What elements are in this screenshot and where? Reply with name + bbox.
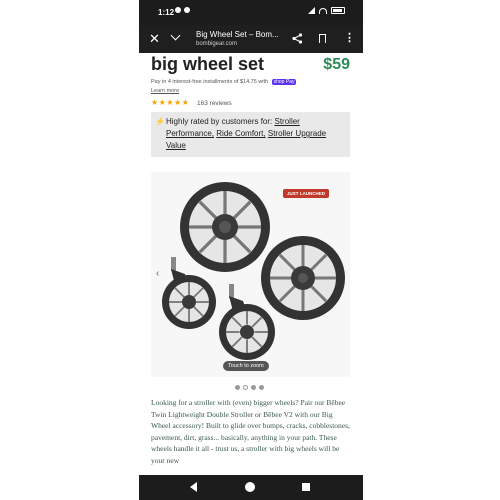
chevron-down-icon[interactable]	[170, 30, 181, 41]
system-icons	[308, 7, 345, 14]
carousel-dot[interactable]	[243, 385, 248, 390]
messenger-icon	[175, 7, 181, 13]
installment-text: Pay in 4 interest-free installments of $…	[151, 79, 297, 85]
share-icon[interactable]	[292, 33, 303, 44]
recent-apps-icon[interactable]	[302, 483, 310, 491]
notification-icon	[184, 7, 190, 13]
browser-toolbar: ✕ Big Wheel Set – Bom... bombigear.com ⋮	[139, 25, 363, 53]
highly-rated-text: Highly rated by customers for: Stroller …	[166, 116, 346, 152]
notification-icons	[175, 7, 190, 13]
touch-to-zoom-hint: Touch to zoom	[223, 361, 269, 371]
more-options-icon[interactable]: ⋮	[344, 31, 355, 44]
lightning-icon: ⚡	[155, 117, 165, 126]
home-icon[interactable]	[245, 482, 255, 492]
rated-prefix: Highly rated by customers for:	[166, 117, 273, 126]
product-description: Looking for a stroller with (even) bigge…	[151, 398, 350, 465]
highly-rated-box: ⚡ Highly rated by customers for: Strolle…	[151, 112, 350, 157]
product-image[interactable]	[151, 172, 350, 377]
wheels-illustration	[162, 182, 345, 360]
status-time: 1:12	[158, 8, 175, 17]
bookmark-icon[interactable]	[319, 34, 326, 43]
shop-pay-badge: shop Pay	[271, 79, 297, 85]
status-bar: 1:12	[139, 0, 363, 25]
product-price: $59	[323, 56, 350, 73]
installment-label: Pay in 4 interest-free installments of $…	[151, 79, 269, 85]
carousel-prev-icon[interactable]: ‹	[156, 268, 159, 279]
carousel-dot[interactable]	[251, 385, 256, 390]
close-icon[interactable]: ✕	[149, 31, 160, 47]
page-title[interactable]: Big Wheel Set – Bom...	[196, 30, 279, 39]
wifi-icon	[319, 7, 327, 14]
just-launched-badge: JUST LAUNCHED	[283, 189, 330, 198]
page-domain[interactable]: bombigear.com	[196, 41, 237, 47]
carousel-dot[interactable]	[259, 385, 264, 390]
system-nav-bar	[139, 475, 363, 500]
phone-screen: 1:12 ✕ Big Wheel Set – Bom... bombigear.…	[139, 0, 363, 500]
carousel-dot[interactable]	[235, 385, 240, 390]
battery-icon	[331, 7, 345, 14]
product-title: big wheel set	[151, 54, 265, 74]
reviews-count[interactable]: 163 reviews	[197, 100, 232, 107]
rating-stars: ★★★★★	[151, 98, 190, 107]
signal-icon	[308, 7, 315, 14]
carousel-dots	[235, 385, 264, 390]
learn-more-link[interactable]: Learn more	[151, 88, 179, 94]
rated-tag[interactable]: Ride Comfort,	[216, 129, 265, 138]
back-icon[interactable]	[190, 482, 197, 492]
